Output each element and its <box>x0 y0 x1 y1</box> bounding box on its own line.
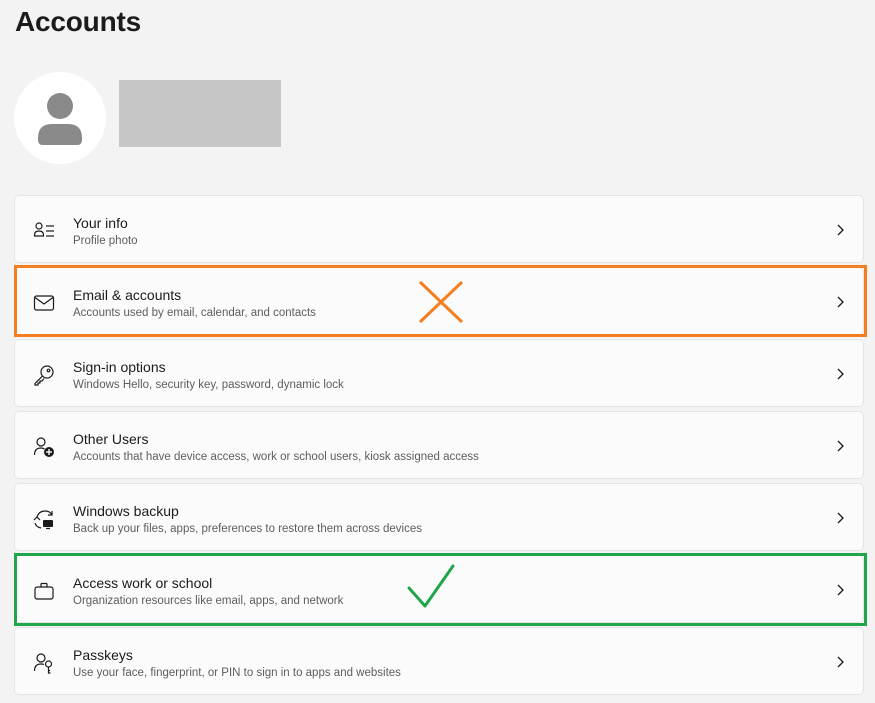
access-work-school-subtitle: Organization resources like email, apps,… <box>73 595 344 607</box>
your-info-item[interactable]: Your info Profile photo <box>14 195 864 263</box>
sign-in-options-title: Sign-in options <box>73 359 166 375</box>
chevron-right-icon <box>835 223 845 237</box>
chevron-right-icon <box>835 583 845 597</box>
person-list-icon <box>33 220 55 242</box>
access-work-school-item[interactable]: Access work or school Organization resou… <box>14 555 864 623</box>
backup-icon <box>33 508 55 530</box>
email-accounts-item[interactable]: Email & accounts Accounts used by email,… <box>14 267 864 335</box>
access-work-school-title: Access work or school <box>73 575 213 591</box>
passkey-icon <box>33 652 55 674</box>
sign-in-options-subtitle: Windows Hello, security key, password, d… <box>73 379 344 391</box>
user-avatar[interactable] <box>14 72 106 164</box>
other-users-subtitle: Accounts that have device access, work o… <box>73 451 479 463</box>
windows-backup-item[interactable]: Windows backup Back up your files, apps,… <box>14 483 864 551</box>
email-accounts-subtitle: Accounts used by email, calendar, and co… <box>73 307 316 319</box>
email-accounts-title: Email & accounts <box>73 287 182 303</box>
person-icon <box>38 93 82 145</box>
chevron-right-icon <box>835 655 845 669</box>
briefcase-icon <box>33 580 55 602</box>
sign-in-options-item[interactable]: Sign-in options Windows Hello, security … <box>14 339 864 407</box>
other-users-title: Other Users <box>73 431 149 447</box>
other-users-item[interactable]: Other Users Accounts that have device ac… <box>14 411 864 479</box>
passkeys-item[interactable]: Passkeys Use your face, fingerprint, or … <box>14 627 864 695</box>
passkeys-subtitle: Use your face, fingerprint, or PIN to si… <box>73 667 401 679</box>
chevron-right-icon <box>835 367 845 381</box>
key-icon <box>33 364 55 386</box>
windows-backup-title: Windows backup <box>73 503 179 519</box>
your-info-title: Your info <box>73 215 128 231</box>
user-name-redacted <box>119 80 281 147</box>
page-title: Accounts <box>15 6 141 37</box>
person-add-icon <box>33 436 55 458</box>
your-info-subtitle: Profile photo <box>73 235 138 247</box>
mail-icon <box>33 292 55 314</box>
chevron-right-icon <box>835 439 845 453</box>
chevron-right-icon <box>835 511 845 525</box>
passkeys-title: Passkeys <box>73 647 133 663</box>
chevron-right-icon <box>835 295 845 309</box>
windows-backup-subtitle: Back up your files, apps, preferences to… <box>73 523 422 535</box>
